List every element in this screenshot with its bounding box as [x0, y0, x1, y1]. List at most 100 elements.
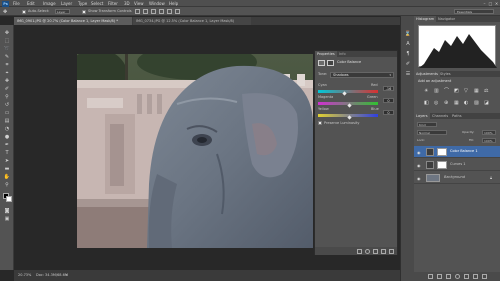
status-arrow-icon[interactable]: ▸: [66, 272, 68, 277]
new-adjustment-icon[interactable]: [454, 274, 460, 279]
magenta-green-value[interactable]: 0: [383, 98, 394, 103]
menu-image[interactable]: Image: [43, 1, 56, 6]
cyan-red-slider-knob[interactable]: [341, 90, 347, 96]
elephant-photo[interactable]: [77, 54, 313, 248]
eye-icon[interactable]: ◉: [417, 176, 422, 181]
cyan-red-slider[interactable]: [318, 90, 378, 96]
magenta-green-slider-knob[interactable]: [347, 102, 352, 108]
lasso-tool-icon[interactable]: ➰: [3, 45, 11, 52]
layer-mask-thumbnail[interactable]: [437, 161, 447, 169]
hue-saturation-icon[interactable]: ▦: [474, 88, 482, 94]
delete-layer-icon[interactable]: [481, 274, 487, 279]
yellow-blue-slider-knob[interactable]: [347, 114, 352, 120]
curves-icon[interactable]: ⌒: [444, 88, 452, 94]
tab-info[interactable]: Info: [337, 51, 348, 57]
pen-tool-icon[interactable]: ✒: [3, 141, 11, 148]
tab-histogram[interactable]: Histogram: [414, 16, 437, 22]
gradient-tool-icon[interactable]: ▤: [3, 117, 11, 124]
auto-select-dropdown[interactable]: Layer: [55, 9, 70, 14]
tab-img-0901[interactable]: IMG_0901.JPG @ 20.7% (Color Balance 1, L…: [14, 17, 132, 25]
zoom-level[interactable]: 20.73%: [18, 273, 31, 278]
dodge-tool-icon[interactable]: ●: [3, 133, 11, 140]
invert-icon[interactable]: ◐: [464, 100, 472, 106]
workspace-dropdown[interactable]: Essentials: [454, 9, 494, 14]
brightness-icon[interactable]: ☀: [424, 88, 432, 94]
eyedropper-tool-icon[interactable]: ⌖: [3, 69, 11, 76]
tab-adjustments[interactable]: Adjustments: [414, 71, 440, 77]
color-lookup-icon[interactable]: ▦: [454, 100, 462, 106]
tab-navigator[interactable]: Navigator: [436, 16, 457, 22]
menu-filter[interactable]: Filter: [108, 1, 118, 6]
layer-name[interactable]: Background: [444, 175, 465, 180]
new-group-icon[interactable]: [463, 274, 469, 279]
mask-icon[interactable]: [327, 60, 334, 66]
tab-properties[interactable]: Properties: [315, 51, 337, 57]
move-tool-icon[interactable]: ✥: [3, 9, 11, 15]
preserve-luminosity-checkbox[interactable]: [318, 121, 322, 125]
menu-view[interactable]: View: [134, 1, 144, 6]
photo-filter-icon[interactable]: ◎: [434, 100, 442, 106]
vibrance-icon[interactable]: ▽: [464, 88, 472, 94]
layer-name[interactable]: Curves 1: [450, 162, 466, 167]
menu-window[interactable]: Window: [149, 1, 165, 6]
maximize-button[interactable]: □: [488, 1, 493, 6]
exposure-icon[interactable]: ◩: [454, 88, 462, 94]
trash-icon[interactable]: [389, 248, 394, 254]
layer-name[interactable]: Color Balance 1: [450, 149, 478, 154]
zoom-tool-icon[interactable]: ⚲: [3, 181, 11, 188]
visibility-icon[interactable]: [381, 248, 386, 254]
marquee-tool-icon[interactable]: ⬚: [3, 37, 11, 44]
menu-help[interactable]: Help: [169, 1, 178, 6]
fill-input[interactable]: 100%: [482, 138, 496, 143]
clip-to-layer-icon[interactable]: [357, 248, 362, 254]
align-bottom-icon[interactable]: [151, 9, 156, 14]
layer-mask-thumbnail[interactable]: [437, 148, 447, 156]
yellow-blue-slider[interactable]: [318, 114, 378, 120]
transform-checkbox[interactable]: [82, 9, 86, 14]
close-button[interactable]: ✕: [494, 1, 499, 6]
channel-mixer-icon[interactable]: ⊕: [444, 100, 452, 106]
align-middle-icon[interactable]: [143, 9, 148, 14]
hand-tool-icon[interactable]: ✋: [3, 173, 11, 180]
type-tool-icon[interactable]: T: [3, 149, 11, 156]
view-previous-icon[interactable]: [365, 248, 370, 254]
tab-paths[interactable]: Paths: [450, 113, 464, 119]
reset-icon[interactable]: [373, 248, 378, 254]
yellow-blue-value[interactable]: 0: [383, 110, 394, 115]
crop-tool-icon[interactable]: ⌗: [3, 61, 11, 68]
background-color-swatch[interactable]: [6, 196, 12, 202]
menu-file[interactable]: File: [13, 1, 20, 6]
history-panel-icon[interactable]: ⌛: [404, 30, 412, 37]
align-center-icon[interactable]: [167, 9, 172, 14]
character-panel-icon[interactable]: A: [404, 40, 412, 47]
layer-row[interactable]: ◉ Curves 1: [414, 159, 500, 171]
auto-select-checkbox[interactable]: [22, 9, 26, 14]
link-layers-icon[interactable]: [427, 274, 433, 279]
color-balance-adj-icon[interactable]: ⚖: [484, 88, 492, 94]
menu-edit[interactable]: Edit: [27, 1, 35, 6]
opacity-input[interactable]: 100%: [482, 130, 496, 135]
menu-type[interactable]: Type: [78, 1, 87, 6]
tab-styles[interactable]: Styles: [438, 71, 453, 77]
levels-icon[interactable]: ▥: [434, 88, 442, 94]
move-tool-icon[interactable]: ✥: [3, 29, 11, 36]
layer-style-icon[interactable]: [436, 274, 442, 279]
tab-channels[interactable]: Channels: [430, 113, 450, 119]
tab-img-0734[interactable]: IMG_0734.JPG @ 12.5% (Color Balance 1, L…: [133, 17, 251, 25]
threshold-icon[interactable]: ◪: [484, 100, 492, 106]
menu-3d[interactable]: 3D: [124, 1, 130, 6]
paragraph-panel-icon[interactable]: ¶: [404, 50, 412, 57]
path-select-tool-icon[interactable]: ➤: [3, 157, 11, 164]
add-mask-icon[interactable]: [445, 274, 451, 279]
screen-mode-icon[interactable]: ▣: [3, 215, 11, 222]
blend-mode-dropdown[interactable]: Normal: [417, 130, 447, 135]
history-brush-tool-icon[interactable]: ↺: [3, 101, 11, 108]
cyan-red-value[interactable]: -16: [383, 86, 394, 91]
shape-tool-icon[interactable]: ▬: [3, 165, 11, 172]
quick-select-tool-icon[interactable]: ✎: [3, 53, 11, 60]
minimize-button[interactable]: –: [482, 1, 487, 6]
healing-tool-icon[interactable]: ✚: [3, 77, 11, 84]
magenta-green-slider[interactable]: [318, 102, 378, 108]
posterize-icon[interactable]: ▨: [474, 100, 482, 106]
black-white-icon[interactable]: ◧: [424, 100, 432, 106]
